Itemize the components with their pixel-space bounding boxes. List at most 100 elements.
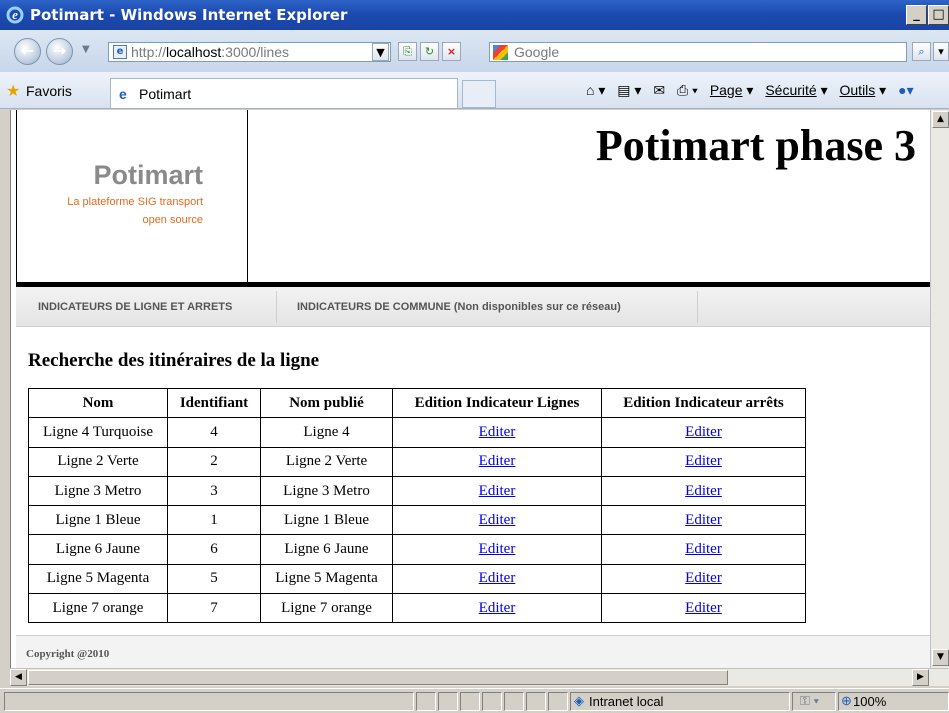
logo-tagline-2: open source [142,214,203,226]
cell-identifiant: 2 [167,446,261,477]
cell-edit-lignes: Editer [392,534,602,565]
editer-lignes-link[interactable]: Editer [479,570,516,586]
scroll-down-arrow-icon[interactable]: ▼ [932,649,949,666]
window-titlebar[interactable]: e Potimart - Windows Internet Explorer _… [0,0,949,30]
zoom-level: 100% [853,694,887,709]
horizontal-scroll-thumb[interactable] [28,670,728,685]
editer-lignes-link[interactable]: Editer [479,541,516,557]
editer-arrets-link[interactable]: Editer [685,483,722,499]
cell-edit-arrets: Editer [601,417,806,448]
menu-item-indicateurs-commune[interactable]: INDICATEURS DE COMMUNE (Non disponibles … [297,301,621,313]
cell-identifiant: 6 [167,534,261,565]
editer-arrets-link[interactable]: Editer [685,453,722,469]
cell-edit-lignes: Editer [392,593,602,624]
cell-nom-publie: Ligne 6 Jaune [260,534,393,565]
cell-nom-publie: Ligne 1 Bleue [260,505,393,536]
cell-edit-arrets: Editer [601,505,806,536]
favorites-button[interactable]: Favoris [26,83,72,99]
tools-menu[interactable]: Outils ▾ [840,82,887,98]
cell-edit-lignes: Editer [392,475,602,507]
column-header-nom: Nom [28,387,168,419]
protected-mode-icon: ⚿ ▾ [800,693,819,708]
table-row: Ligne 4 Turquoise 4 Ligne 4 Editer Edite… [28,417,806,448]
scroll-right-arrow-icon[interactable]: ▶ [912,669,929,686]
editer-arrets-link[interactable]: Editer [685,570,722,586]
vertical-scrollbar[interactable]: ▲ ▼ [930,110,949,668]
home-icon[interactable]: ⌂ ▾ [586,82,605,98]
editer-lignes-link[interactable]: Editer [479,512,516,528]
menu-item-indicateurs-ligne[interactable]: INDICATEURS DE LIGNE ET ARRETS [38,301,232,313]
column-header-edition-arrets: Edition Indicateur arrêts [601,387,806,419]
scroll-left-arrow-icon[interactable]: ◀ [10,669,27,686]
google-logo-icon [493,45,508,60]
editer-lignes-link[interactable]: Editer [479,424,516,440]
cell-nom: Ligne 4 Turquoise [28,417,168,448]
status-pane [438,692,458,711]
cell-edit-arrets: Editer [601,446,806,477]
cell-nom: Ligne 3 Metro [28,475,168,507]
page-icon: e [113,45,127,59]
page-menu[interactable]: Page ▾ [710,82,754,98]
forward-button[interactable]: → [46,38,73,65]
print-icon[interactable]: ⎙ ▾ [677,82,698,98]
table-header-row: Nom Identifiant Nom publié Edition Indic… [28,387,806,419]
cell-edit-arrets: Editer [601,475,806,507]
intranet-zone-icon: ◈ [574,693,584,708]
stop-icon[interactable]: × [442,42,461,61]
cell-nom: Ligne 5 Magenta [28,563,168,595]
status-pane [416,692,436,711]
editer-arrets-link[interactable]: Editer [685,512,722,528]
address-toolbar: ← → ▼ e http://localhost:3000/lines ▼ ⎘ … [0,30,949,72]
cell-edit-arrets: Editer [601,593,806,624]
cell-nom: Ligne 1 Bleue [28,505,168,536]
editer-arrets-link[interactable]: Editer [685,424,722,440]
search-input[interactable]: Google [489,42,907,62]
status-pane [504,692,524,711]
status-pane [526,692,546,711]
status-bar: ◈ Intranet local ⚿ ▾ ⊕ 100% [0,688,949,713]
editer-lignes-link[interactable]: Editer [479,453,516,469]
editer-arrets-link[interactable]: Editer [685,600,722,616]
menu-separator [276,291,277,323]
internet-explorer-icon: e [6,6,24,24]
status-pane [4,692,414,711]
mail-icon[interactable]: ✉ [653,82,665,98]
feeds-icon[interactable]: ▤ ▾ [617,82,641,98]
cell-edit-lignes: Editer [392,446,602,477]
back-button[interactable]: ← [14,38,41,65]
potimart-logo[interactable]: Potimart La plateforme SIG transport ope… [16,110,248,284]
address-input[interactable]: e http://localhost:3000/lines [108,42,391,62]
help-icon[interactable]: ●▾ [898,82,913,98]
search-options-chevron-icon[interactable]: ▾ [933,42,949,61]
copyright-text: Copyright @2010 [26,648,110,660]
horizontal-scrollbar[interactable]: ◀ ▶ [10,668,949,686]
security-menu[interactable]: Sécurité ▾ [765,82,827,98]
lines-table: Nom Identifiant Nom publié Edition Indic… [28,387,806,624]
refresh-icon[interactable]: ↻ [420,42,439,61]
minimize-button[interactable]: _ [906,5,927,25]
main-menu: INDICATEURS DE LIGNE ET ARRETS INDICATEU… [16,287,930,327]
table-row: Ligne 1 Bleue 1 Ligne 1 Bleue Editer Edi… [28,505,806,536]
favorites-star-icon[interactable]: ★ [6,81,20,101]
editer-arrets-link[interactable]: Editer [685,541,722,557]
cell-nom: Ligne 2 Verte [28,446,168,477]
maximize-button[interactable]: □ [928,5,949,25]
cell-nom-publie: Ligne 3 Metro [260,475,393,507]
address-dropdown-button[interactable]: ▼ [372,43,389,61]
zoom-icon: ⊕ [841,693,852,708]
editer-lignes-link[interactable]: Editer [479,483,516,499]
table-row: Ligne 5 Magenta 5 Ligne 5 Magenta Editer… [28,563,806,595]
editer-lignes-link[interactable]: Editer [479,600,516,616]
column-header-edition-lignes: Edition Indicateur Lignes [392,387,602,419]
tab-potimart[interactable]: e Potimart [110,78,458,108]
table-row: Ligne 3 Metro 3 Ligne 3 Metro Editer Edi… [28,475,806,507]
search-icon[interactable]: ⌕ [912,42,931,61]
recent-pages-chevron-icon[interactable]: ▼ [82,44,90,55]
page-footer: Copyright @2010 [16,635,930,668]
cell-nom-publie: Ligne 2 Verte [260,446,393,477]
tab-label: Potimart [139,86,192,102]
compatibility-icon[interactable]: ⎘ [398,42,417,61]
new-tab-button[interactable] [462,80,496,108]
scroll-up-arrow-icon[interactable]: ▲ [932,111,949,128]
cell-nom: Ligne 6 Jaune [28,534,168,565]
